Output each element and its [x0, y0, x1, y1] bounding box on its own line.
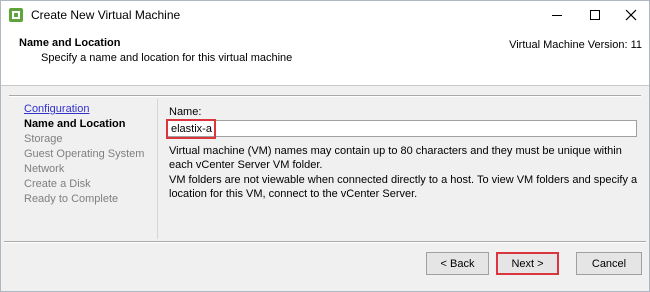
nav-step-configuration[interactable]: Configuration — [24, 103, 89, 115]
minimize-button[interactable] — [539, 1, 575, 29]
name-help-text: Virtual machine (VM) names may contain u… — [169, 145, 622, 171]
step-subtitle: Specify a name and location for this vir… — [41, 52, 293, 64]
footer-divider — [4, 241, 646, 243]
minimize-icon — [552, 15, 562, 16]
folder-help-text: VM folders are not viewable when connect… — [169, 174, 638, 200]
close-button[interactable] — [613, 1, 649, 29]
window-title: Create New Virtual Machine — [31, 8, 181, 22]
title-bar[interactable]: Create New Virtual Machine — [1, 1, 649, 29]
name-label: Name: — [169, 106, 202, 118]
nav-step-network: Network — [24, 163, 65, 175]
wizard-header: Name and Location Specify a name and loc… — [1, 29, 649, 86]
step-title: Name and Location — [19, 37, 121, 49]
nav-step-create-disk: Create a Disk — [24, 178, 91, 190]
nav-step-guest-os: Guest Operating System — [24, 148, 145, 160]
header-divider — [9, 95, 641, 97]
nav-step-name-and-location: Name and Location — [24, 118, 126, 130]
next-button[interactable]: Next > — [496, 252, 559, 275]
maximize-icon — [590, 10, 600, 20]
create-vm-dialog: Create New Virtual Machine Name and Loca… — [0, 0, 650, 292]
nav-step-ready: Ready to Complete — [24, 193, 119, 205]
maximize-button[interactable] — [577, 1, 613, 29]
vsphere-icon — [8, 7, 24, 23]
step-content: Name: Virtual machine (VM) names may con… — [158, 99, 646, 239]
wizard-steps-nav: Configuration Name and Location Storage … — [4, 99, 158, 239]
close-icon — [625, 9, 637, 21]
vm-name-input[interactable] — [167, 120, 637, 137]
cancel-button[interactable]: Cancel — [576, 252, 642, 275]
nav-step-storage: Storage — [24, 133, 63, 145]
back-button[interactable]: < Back — [426, 252, 489, 275]
vm-version: Virtual Machine Version: 11 — [509, 39, 642, 51]
